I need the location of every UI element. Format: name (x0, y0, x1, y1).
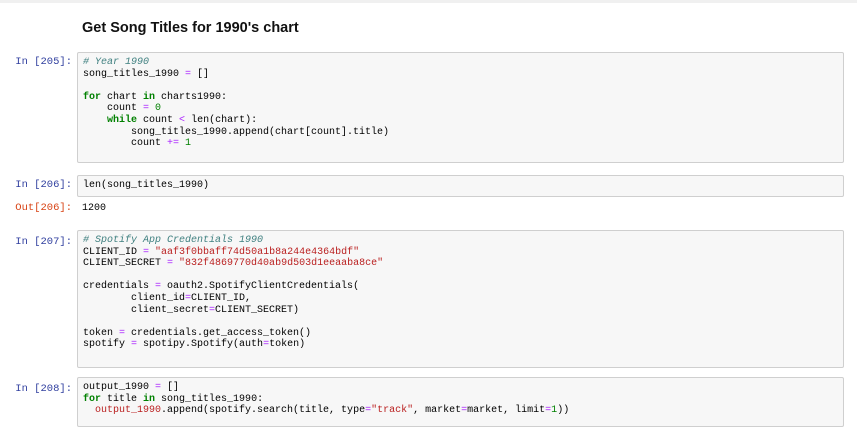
code-line: spotify = spotipy.Spotify(auth=token) (83, 339, 306, 351)
code-line: len(song_titles_1990) (83, 180, 210, 191)
code-cell-207[interactable]: # Spotify App Credentials 1990 CLIENT_ID… (77, 230, 844, 368)
code-line: while count < len(chart): (107, 114, 258, 126)
code-cell-206[interactable]: len(song_titles_1990) (77, 175, 844, 197)
code-line: # Spotify App Credentials 1990 (83, 235, 264, 246)
input-prompt-205: In [205]: (15, 56, 72, 68)
notebook-top-border (0, 0, 857, 3)
code-editor[interactable]: output_1990 = [] for title in song_title… (83, 382, 838, 417)
input-prompt-208: In [208]: (15, 383, 72, 395)
code-line: CLIENT_SECRET = "832f4869770d40ab9d503d1… (83, 258, 384, 270)
code-line: CLIENT_ID = "aaf3f0bbaff74d50a1b8a244e43… (83, 246, 360, 258)
code-line: client_id=CLIENT_ID, (83, 292, 252, 304)
code-line: token = credentials.get_access_token() (83, 327, 312, 339)
code-cell-208[interactable]: output_1990 = [] for title in song_title… (77, 377, 844, 427)
markdown-heading: Get Song Titles for 1990's chart (82, 20, 299, 36)
code-line: # Year 1990 (83, 57, 150, 68)
code-line: output_1990.append(spotify.search(title,… (95, 405, 570, 417)
code-line: song_titles_1990 = [] (83, 68, 210, 80)
code-line: client_secret=CLIENT_SECRET) (83, 304, 300, 316)
code-line: output_1990 = [] (83, 382, 180, 393)
output-prompt-206: Out[206]: (15, 202, 72, 214)
code-line: count = 0 (83, 103, 162, 115)
input-prompt-206: In [206]: (15, 179, 72, 191)
code-editor[interactable]: len(song_titles_1990) (83, 180, 838, 192)
input-prompt-207: In [207]: (15, 236, 72, 248)
code-line: song_titles_1990.append(chart[count].tit… (83, 126, 390, 138)
code-line: count += 1 (83, 138, 192, 150)
code-line: credentials = oauth2.SpotifyClientCreden… (83, 281, 360, 293)
cell-output: 1200 (82, 203, 107, 214)
code-line: for chart in charts1990: (83, 91, 228, 103)
code-cell-205[interactable]: # Year 1990 song_titles_1990 = [] for ch… (77, 52, 844, 163)
code-editor[interactable]: # Year 1990 song_titles_1990 = [] for ch… (83, 57, 838, 150)
code-editor[interactable]: # Spotify App Credentials 1990 CLIENT_ID… (83, 235, 838, 351)
code-line: for title in song_titles_1990: (83, 393, 264, 405)
